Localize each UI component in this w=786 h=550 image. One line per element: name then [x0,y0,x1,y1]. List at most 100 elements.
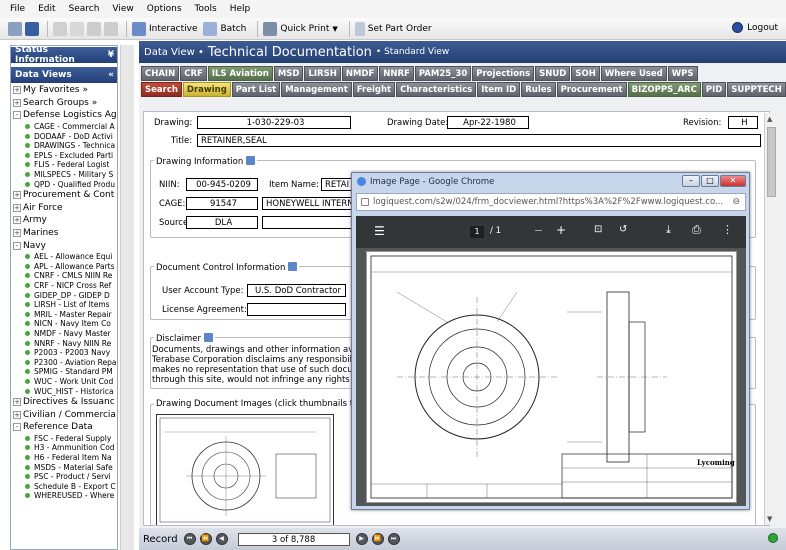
quick-print-button[interactable]: Quick Print ▼ [263,21,338,36]
sidebar-scrollbar[interactable] [120,45,134,550]
tab-search[interactable]: Search [141,82,182,97]
expand-icon[interactable]: + [13,191,21,200]
previous-page-icon[interactable]: ⏪ [199,533,212,545]
drawing-thumbnail[interactable] [156,414,334,526]
save-icon[interactable] [25,21,39,36]
expand-icon[interactable]: + [13,229,21,238]
expand-icon[interactable]: + [13,203,21,212]
rotate-icon[interactable]: ↺ [619,224,627,235]
next-page-icon[interactable]: ⏩ [371,533,384,545]
tree-category[interactable]: + Procurement & Cont [11,189,117,202]
tab-bizopps-arc[interactable]: BIZOPPS_ARC [627,82,701,97]
tree-item[interactable]: Schedule B - Export C [11,482,117,492]
tree-item[interactable]: NNRF - Navy NIIN Re [11,338,117,348]
tab-rules[interactable]: Rules [521,82,556,97]
first-record-icon[interactable]: ⏮ [183,533,196,545]
tree-item[interactable]: CAGE - Commercial A [11,122,117,132]
tree-item[interactable]: APL - Allowance Parts [11,262,117,272]
cut-icon[interactable] [53,21,67,36]
delete-icon[interactable] [104,21,118,36]
minimize-button[interactable]: – [682,175,700,187]
tree-item[interactable]: MILSPECS - Military S [11,170,117,180]
tree-item[interactable]: EPLS - Excluded Parti [11,151,117,161]
tree-item[interactable]: CNRF - CMLS NIIN Re [11,271,117,281]
next-record-icon[interactable]: ▶ [355,533,368,545]
info-icon[interactable] [203,333,213,342]
close-button[interactable]: ✕ [720,175,746,187]
zoom-out-icon[interactable]: − [534,224,543,237]
copy-icon[interactable] [70,21,84,36]
tree-item[interactable]: H3 - Ammunition Cod [11,443,117,453]
maximize-button[interactable]: □ [701,175,719,187]
scroll-down-arrow[interactable]: ▼ [767,515,772,523]
data-views-header[interactable]: Data Views « [11,67,117,83]
tab-snud[interactable]: SNUD [535,66,571,81]
drawing-sheet[interactable]: Lycoming [366,251,737,503]
tree-category[interactable]: + Directives & Issuanc [11,396,117,409]
tree-item[interactable]: WUC_HIST - Historica [11,386,117,396]
tree-item[interactable]: P2300 - Aviation Repa [11,357,117,367]
tab-msd[interactable]: MSD [273,66,304,81]
logout-button[interactable]: Logout [732,22,778,33]
chevron-up-icon[interactable]: « [108,70,114,80]
print-icon[interactable]: ⎙ [692,223,701,237]
tab-part-list[interactable]: Part List [231,82,281,97]
tree-item[interactable]: MRIL - Master Repair [11,309,117,319]
tab-nmdf[interactable]: NMDF [341,66,379,81]
info-icon[interactable] [288,262,298,271]
dropdown-arrow-icon[interactable]: ▼ [332,25,337,33]
print-icon[interactable] [8,21,22,36]
tab-ils-aviation[interactable]: ILS Aviation [207,66,273,81]
tree-category[interactable]: - Reference Data [11,421,117,434]
tab-supptech[interactable]: SUPPTECH [727,82,786,97]
paste-icon[interactable] [87,21,101,36]
scroll-thumb[interactable] [767,127,776,197]
tree-item[interactable]: FLIS - Federal Logist [11,160,117,170]
tree-category[interactable]: - Defense Logistics Ag [11,109,117,122]
expand-icon[interactable]: + [13,398,21,407]
expand-icon[interactable]: + [13,98,21,107]
batch-button[interactable]: Batch [203,21,246,36]
download-icon[interactable]: ⤓ [666,223,671,237]
tree-category[interactable]: + Air Force [11,202,117,215]
page-number-input[interactable]: 1 [470,226,484,238]
revision-field[interactable]: H [728,116,758,129]
chevron-down-icon[interactable]: ¥ [108,50,114,60]
menu-tools[interactable]: Tools [195,4,217,14]
tab-pam25-30[interactable]: PAM25_30 [414,66,472,81]
collapse-icon[interactable]: - [13,241,21,250]
tree-item[interactable]: MSDS - Material Safe [11,462,117,472]
more-options-icon[interactable]: ⋮ [722,223,733,236]
tree-item[interactable]: DRAWINGS - Technica [11,141,117,151]
tree-category[interactable]: - Navy [11,239,117,252]
tree-item[interactable]: WUC - Work Unit Cod [11,377,117,387]
tree-item[interactable]: NICN - Navy Item Co [11,319,117,329]
menu-search[interactable]: Search [69,4,100,14]
scroll-up-arrow[interactable]: ▲ [767,115,772,123]
status-information-header[interactable]: Status Information ¥ [11,45,117,65]
source-field[interactable]: DLA [186,216,258,229]
tree-category[interactable]: + Civilian / Commercia [11,408,117,421]
tree-category[interactable]: + My Favorites » [11,84,117,97]
record-field[interactable]: 3 of 8,788 [237,532,350,546]
expand-icon[interactable]: + [13,410,21,419]
tab-projections[interactable]: Projections [472,66,535,81]
menu-file[interactable]: File [10,4,25,14]
license-agreement-field[interactable] [247,303,346,316]
zoom-in-icon[interactable]: + [556,223,566,237]
tab-management[interactable]: Management [281,82,352,97]
tab-chain[interactable]: CHAIN [141,66,180,81]
tree-category[interactable]: + Marines [11,227,117,240]
tree-item[interactable]: H6 - Federal Item Na [11,453,117,463]
tab-soh[interactable]: SOH [571,66,600,81]
tree-item[interactable]: WHEREUSED - Where [11,491,117,501]
tree-item[interactable]: FSC - Federal Supply [11,434,117,444]
interactive-button[interactable]: Interactive [132,21,197,36]
previous-record-icon[interactable]: ◀ [215,533,228,545]
tab-pid[interactable]: PID [701,82,727,97]
collapse-icon[interactable]: - [13,423,21,432]
fit-page-icon[interactable]: ⊡ [594,224,602,235]
address-bar[interactable]: logiquest.com/s2w/024/frm_docviewer.html… [356,193,746,211]
tab-procurement[interactable]: Procurement [556,82,627,97]
collapse-icon[interactable]: - [13,111,21,120]
